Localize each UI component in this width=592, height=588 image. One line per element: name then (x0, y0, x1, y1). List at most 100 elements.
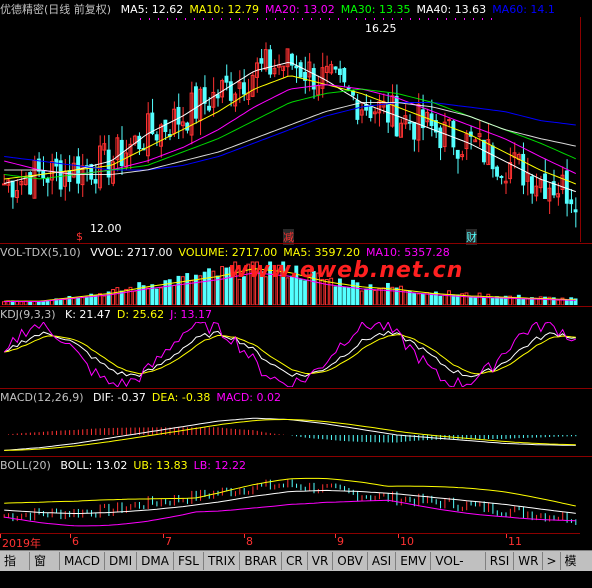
candle-down (224, 75, 229, 83)
macd-dea-line (4, 419, 576, 451)
indicator-tabs: 指标 窗口 MACD DMI DMA FSL TRIX BRAR CR VR OBV ASI EMV VO… (0, 552, 544, 586)
candle-down (45, 178, 50, 183)
tab-rsi[interactable]: RSI (486, 552, 515, 570)
top-dot (302, 18, 303, 20)
candle-down (93, 179, 98, 184)
macd-value-macd: MACD: 0.02 (216, 391, 281, 404)
volume-bar-down (185, 273, 190, 305)
candle-down (259, 58, 264, 64)
volume-bar-down (468, 296, 473, 305)
volume-bar-down (333, 286, 338, 305)
ma-value-ma5: MA5: 12.62 (120, 3, 184, 16)
candle-down (202, 87, 207, 104)
top-dot (320, 18, 321, 20)
volume-bar-down (202, 271, 207, 305)
volume-bar-up (111, 289, 115, 305)
volume-bar-up (220, 266, 225, 305)
date-label: 11 (508, 535, 522, 548)
kdj-d-line (4, 334, 576, 375)
kdj-j-line (3, 322, 576, 387)
top-dot (311, 18, 312, 20)
date-tick (335, 534, 336, 538)
volume-bar-down (141, 285, 146, 305)
tab-wr[interactable]: WR (514, 552, 544, 570)
kdj-indicators: K: 21.47 D: 25.62 J: 13.17 (65, 308, 218, 321)
tab-fsl[interactable]: FSL (174, 552, 204, 570)
macd-value-dif: DIF: -0.37 (93, 391, 146, 404)
boll-indicators: BOLL: 13.02 UB: 13.83 LB: 12.22 (60, 459, 252, 472)
volume-bar-up (189, 280, 194, 305)
volume-bar-up (2, 301, 6, 305)
boll-value-lb: LB: 12.22 (193, 459, 246, 472)
kdj-title: KDJ(9,3,3) (0, 308, 56, 321)
volume-bar-down (346, 287, 351, 305)
volume-bar-up (390, 286, 395, 305)
ma-value-ma30: MA30: 13.35 (340, 3, 411, 16)
template-button[interactable]: 模板 (559, 552, 592, 586)
tab-vr[interactable]: VR (308, 552, 334, 570)
tab-指标[interactable]: 指标 (0, 552, 30, 586)
candle-down (543, 173, 547, 199)
date-label: 6 (72, 535, 79, 548)
candle-down (176, 106, 181, 125)
vol-value-vvol: VVOL: 2717.00 (90, 246, 173, 259)
volume-bar-up (172, 284, 177, 305)
tab-cr[interactable]: CR (282, 552, 308, 570)
volume-bar-down (473, 296, 478, 305)
ma-value-ma20: MA20: 13.02 (265, 3, 335, 16)
volume-bar-up (180, 276, 185, 305)
tabs-scroll-more-button[interactable]: > (543, 554, 559, 568)
volume-bar-down (298, 279, 303, 305)
tab-brar[interactable]: BRAR (240, 552, 283, 570)
volume-bar-down (342, 286, 347, 305)
volume-bar-down (84, 297, 89, 305)
top-dot (185, 18, 186, 20)
tab-asi[interactable]: ASI (368, 552, 397, 570)
ma-value-ma40: MA40: 13.63 (416, 3, 487, 16)
candle-down (368, 106, 373, 119)
candle-down (10, 180, 15, 198)
event-label-dividend[interactable]: $ (76, 230, 83, 243)
tab-vol-tdx[interactable]: VOL-TDX (431, 552, 486, 586)
top-dot (365, 18, 366, 20)
volume-bar-up (115, 287, 120, 305)
candle-down (207, 105, 211, 111)
tab-dmi[interactable]: DMI (105, 552, 138, 570)
boll-chart[interactable] (0, 473, 580, 531)
top-dot (293, 18, 294, 20)
tab-trix[interactable]: TRIX (204, 552, 241, 570)
top-dot (221, 18, 222, 20)
volume-bar-up (464, 292, 469, 305)
kdj-chart[interactable] (0, 322, 580, 387)
top-dot (374, 18, 375, 20)
volume-bar-down (351, 279, 355, 305)
volume-bar-down (407, 291, 412, 305)
kdj-value-k: K: 21.47 (65, 308, 111, 321)
main-pane-header: 优德精密(日线 前复权) MA5: 12.62 MA10: 12.79 MA20: … (0, 2, 567, 17)
top-dot (392, 18, 393, 20)
tab-dma[interactable]: DMA (137, 552, 174, 570)
candle-down (412, 122, 417, 140)
top-dot (257, 18, 258, 20)
volume-bar-down (521, 298, 526, 305)
price-chart[interactable] (0, 17, 580, 242)
tab-窗口[interactable]: 窗口 (30, 552, 60, 586)
candle-down (407, 121, 412, 124)
tab-emv[interactable]: EMV (396, 552, 432, 570)
top-dot (410, 18, 411, 20)
candle-down (451, 120, 456, 148)
tab-macd[interactable]: MACD (60, 552, 105, 570)
tab-obv[interactable]: OBV (333, 552, 368, 570)
candle-down (530, 176, 534, 194)
top-dot (266, 18, 267, 20)
date-tick (0, 534, 1, 538)
volume-bar-down (364, 288, 369, 305)
macd-value-dea: DEA: -0.38 (151, 391, 211, 404)
macd-chart[interactable] (0, 405, 580, 455)
volume-bar-up (211, 270, 216, 305)
volume-bar-down (137, 282, 142, 305)
volume-bar-up (324, 279, 329, 305)
top-dot (437, 18, 438, 20)
top-dot (212, 18, 213, 20)
candle-up (447, 119, 451, 122)
